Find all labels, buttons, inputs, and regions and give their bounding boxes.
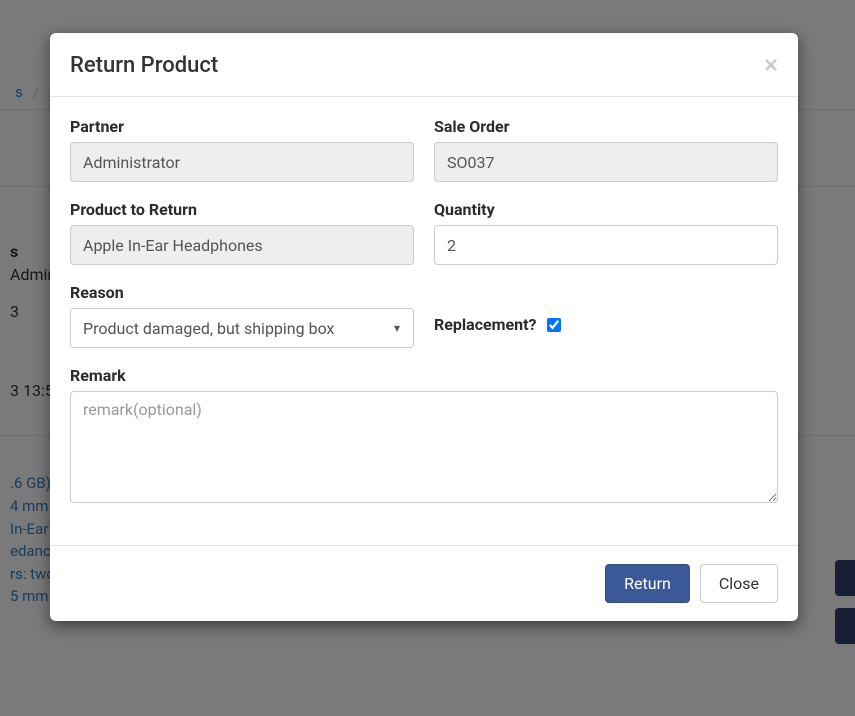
remark-label: Remark — [70, 366, 778, 385]
quantity-label: Quantity — [434, 200, 778, 219]
close-icon[interactable]: × — [764, 54, 778, 78]
reason-select[interactable]: Product damaged, but shipping box — [70, 308, 414, 348]
partner-input — [70, 142, 414, 182]
replacement-label: Replacement? — [434, 315, 537, 334]
modal-title: Return Product — [70, 53, 218, 78]
remark-textarea[interactable] — [70, 391, 778, 503]
replacement-checkbox[interactable] — [547, 318, 561, 332]
partner-label: Partner — [70, 117, 414, 136]
modal-body: Partner Sale Order Product to Return Qua… — [50, 97, 798, 545]
sale-order-input — [434, 142, 778, 182]
sale-order-label: Sale Order — [434, 117, 778, 136]
product-input — [70, 225, 414, 265]
return-button[interactable]: Return — [605, 564, 690, 603]
quantity-input[interactable] — [434, 225, 778, 265]
modal-footer: Return Close — [50, 545, 798, 621]
return-product-modal: Return Product × Partner Sale Order Prod… — [50, 33, 798, 621]
reason-label: Reason — [70, 283, 414, 302]
product-label: Product to Return — [70, 200, 414, 219]
modal-header: Return Product × — [50, 33, 798, 97]
close-button[interactable]: Close — [700, 564, 778, 603]
